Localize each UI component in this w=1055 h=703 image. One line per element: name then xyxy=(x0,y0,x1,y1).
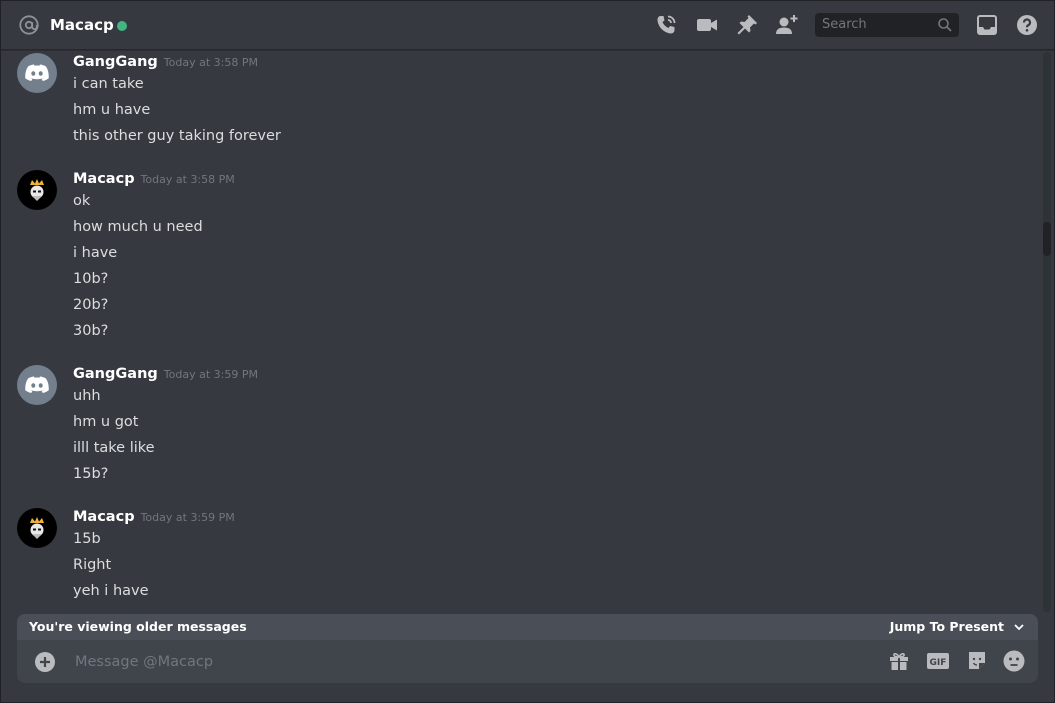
message-author[interactable]: Macacp Today at 3:59 PM xyxy=(73,507,235,528)
call-icon[interactable] xyxy=(654,13,678,37)
king-avatar-icon xyxy=(30,179,44,201)
message-author[interactable]: Macacp Today at 3:58 PM xyxy=(73,169,235,190)
message-line: this other guy taking forever xyxy=(73,128,281,144)
message-line: hm u have xyxy=(73,102,151,118)
message-timestamp: Today at 3:58 PM xyxy=(140,173,235,186)
online-status-dot xyxy=(117,21,127,31)
message-line: i can take xyxy=(73,76,144,92)
gif-icon[interactable]: GIF xyxy=(926,649,950,673)
at-icon xyxy=(19,15,39,35)
discord-logo-icon xyxy=(25,64,49,81)
message-line: yeh i have xyxy=(73,583,149,599)
channel-title: Macacp xyxy=(50,16,114,34)
message-line: 10b? xyxy=(73,271,109,287)
scrollbar-track[interactable] xyxy=(1043,52,1051,612)
pin-icon[interactable] xyxy=(735,13,759,37)
message-line: 15b xyxy=(73,531,101,547)
older-messages-text: You're viewing older messages xyxy=(29,619,247,634)
add-friend-icon[interactable] xyxy=(775,13,799,37)
search-placeholder: Search xyxy=(822,17,867,32)
gift-icon[interactable] xyxy=(887,649,911,673)
author-name[interactable]: GangGang xyxy=(73,54,158,70)
message-timestamp: Today at 3:59 PM xyxy=(140,511,235,524)
avatar[interactable] xyxy=(17,508,57,548)
message-timestamp: Today at 3:59 PM xyxy=(163,368,258,381)
help-icon[interactable] xyxy=(1015,13,1039,37)
avatar[interactable] xyxy=(17,365,57,405)
discord-logo-icon xyxy=(25,376,49,393)
svg-text:GIF: GIF xyxy=(930,658,947,668)
message-line: i have xyxy=(73,245,118,261)
message-composer: GIF xyxy=(17,640,1038,683)
king-avatar-icon xyxy=(30,517,44,539)
message-line: 15b? xyxy=(73,466,109,482)
message-line: hm u got xyxy=(73,414,139,430)
avatar[interactable] xyxy=(17,170,57,210)
author-name[interactable]: Macacp xyxy=(73,171,135,187)
sticker-icon[interactable] xyxy=(965,649,989,673)
chevron-down-icon[interactable] xyxy=(1012,620,1026,634)
emoji-icon[interactable] xyxy=(1002,649,1026,673)
message-list: GangGang Today at 3:58 PM i can take hm u… xyxy=(1,50,1036,615)
older-messages-bar: You're viewing older messages Jump To Pr… xyxy=(17,614,1038,640)
message-timestamp: Today at 3:58 PM xyxy=(163,56,258,69)
message-input[interactable] xyxy=(73,648,867,676)
search-box[interactable]: Search xyxy=(815,13,959,37)
inbox-icon[interactable] xyxy=(975,13,999,37)
jump-to-present-button[interactable]: Jump To Present xyxy=(890,619,1004,635)
author-name[interactable]: Macacp xyxy=(73,509,135,525)
channel-header: Macacp Search xyxy=(1,1,1054,50)
message-line: ok xyxy=(73,193,91,209)
message-line: 30b? xyxy=(73,323,109,339)
message-line: illl take like xyxy=(73,440,155,456)
message-line: 20b? xyxy=(73,297,109,313)
video-icon[interactable] xyxy=(695,13,719,37)
message-line: how much u need xyxy=(73,219,203,235)
search-icon xyxy=(938,18,952,32)
avatar[interactable] xyxy=(17,53,57,93)
message-line: Right xyxy=(73,557,112,573)
plus-icon[interactable] xyxy=(34,651,56,673)
message-author[interactable]: GangGang Today at 3:59 PM xyxy=(73,364,258,385)
message-line: uhh xyxy=(73,388,101,404)
message-author[interactable]: GangGang Today at 3:58 PM xyxy=(73,52,258,73)
author-name[interactable]: GangGang xyxy=(73,366,158,382)
scrollbar-thumb[interactable] xyxy=(1043,222,1051,256)
